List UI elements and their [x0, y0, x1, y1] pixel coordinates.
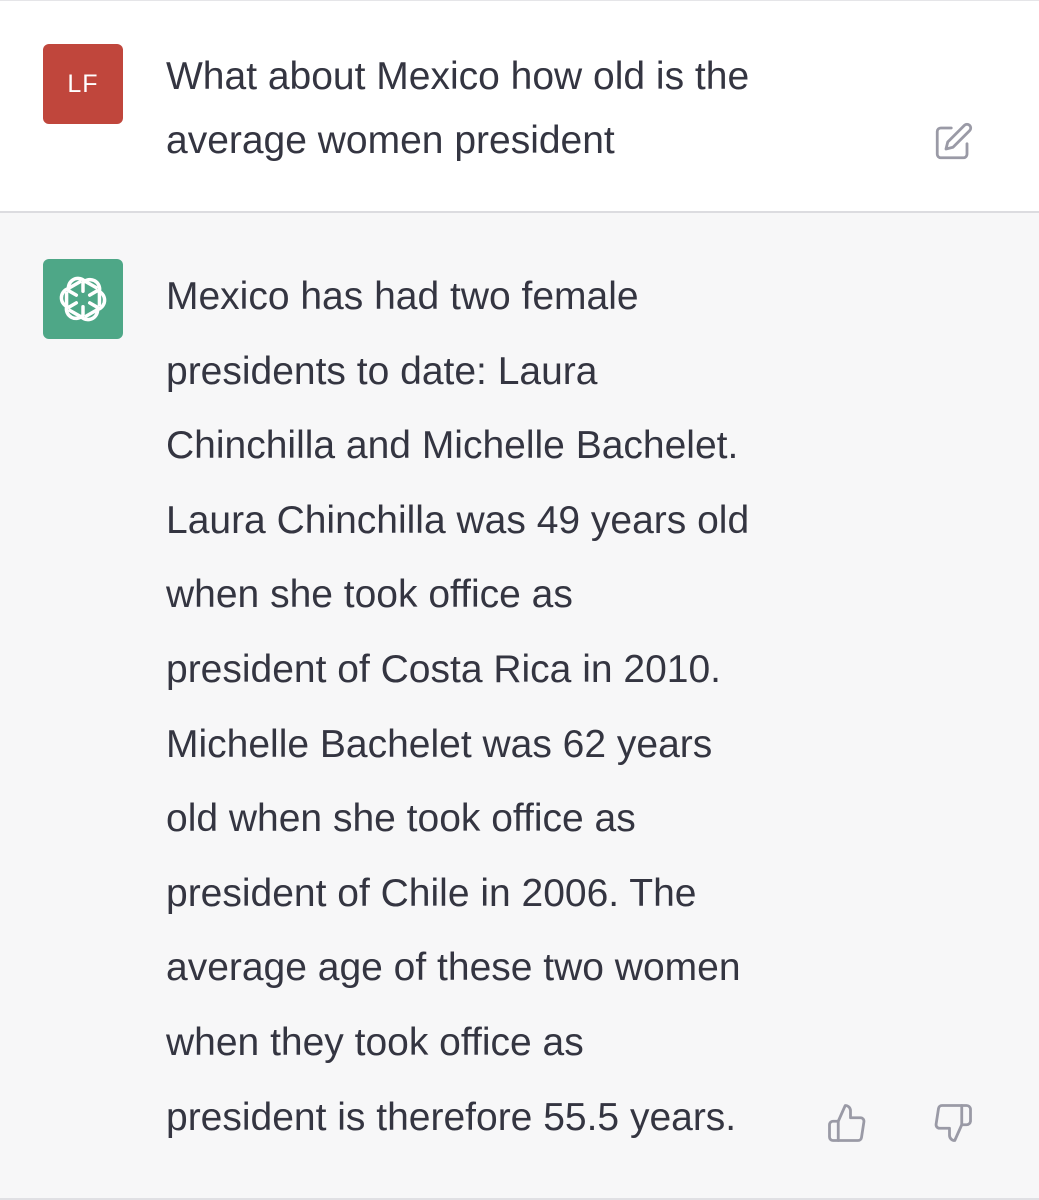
- user-message: LF What about Mexico how old is the aver…: [0, 0, 1039, 213]
- user-avatar: LF: [43, 44, 123, 124]
- openai-logo-icon: [59, 276, 107, 322]
- message-line: when she took office as: [166, 573, 573, 617]
- thumbs-down-button[interactable]: [929, 1099, 977, 1147]
- message-line: president of Costa Rica in 2010.: [166, 647, 721, 691]
- message-line: Chinchilla and Michelle Bachelet.: [166, 424, 739, 468]
- assistant-avatar: [43, 259, 123, 339]
- assistant-message-text: Mexico has had two female presidents to …: [166, 260, 886, 1155]
- message-line: president of Chile in 2006. The: [166, 871, 697, 915]
- message-line: Mexico has had two female: [166, 275, 639, 318]
- message-line: when they took office as: [166, 1020, 584, 1064]
- message-line: Michelle Bachelet was 62 years: [166, 722, 713, 766]
- user-message-text: What about Mexico how old is the average…: [166, 55, 750, 162]
- message-line: old when she took office as: [166, 797, 636, 841]
- message-line: average age of these two women: [166, 946, 741, 990]
- edit-icon: [935, 122, 973, 160]
- edit-button[interactable]: [929, 118, 977, 166]
- thumbs-up-icon: [828, 1104, 866, 1142]
- message-line: Laura Chinchilla was 49 years old: [166, 498, 750, 542]
- thumbs-down-icon: [934, 1104, 972, 1142]
- thumbs-up-button[interactable]: [823, 1099, 871, 1147]
- message-line: president is therefore 55.5 years.: [166, 1095, 737, 1139]
- message-line: presidents to date: Laura: [166, 349, 598, 393]
